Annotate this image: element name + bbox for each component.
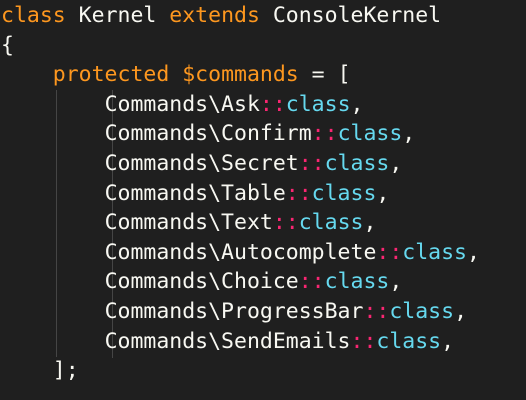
open-bracket: [	[337, 62, 351, 88]
comma: ,	[389, 269, 403, 295]
comma: ,	[363, 210, 377, 236]
code-line-3[interactable]: protected $commands = [	[0, 60, 526, 90]
code-line-closing[interactable]: ];	[0, 356, 526, 386]
closing-bracket: ];	[52, 358, 79, 384]
keyword-class: class	[389, 298, 455, 324]
code-editor[interactable]: class Kernel extends ConsoleKernel { pro…	[0, 0, 526, 400]
scope-resolution-operator: ::	[311, 121, 338, 147]
scope-resolution-operator: ::	[298, 150, 325, 176]
scope-resolution-operator: ::	[363, 298, 390, 324]
code-line-command[interactable]: Commands\ProgressBar::class,	[0, 297, 526, 327]
code-line-command[interactable]: Commands\Secret::class,	[0, 149, 526, 179]
comma: ,	[389, 150, 403, 176]
keyword-class: class	[402, 239, 468, 265]
command-class-path: Commands\ProgressBar	[104, 298, 364, 324]
comma: ,	[441, 328, 455, 354]
scope-resolution-operator: ::	[285, 180, 312, 206]
scope-resolution-operator: ::	[272, 210, 299, 236]
comma: ,	[350, 91, 364, 117]
assign-operator: =	[298, 62, 338, 88]
commands-list: Commands\Ask::class, Commands\Confirm::c…	[0, 90, 526, 356]
keyword-extends: extends	[169, 3, 260, 28]
scope-resolution-operator: ::	[259, 91, 286, 117]
class-name: Kernel	[65, 3, 170, 28]
scope-resolution-operator: ::	[298, 269, 325, 295]
code-line-command[interactable]: Commands\Autocomplete::class,	[0, 238, 526, 268]
keyword-class: class	[298, 210, 364, 236]
comma: ,	[376, 180, 390, 206]
code-line-command[interactable]: Commands\Confirm::class,	[0, 119, 526, 149]
code-line-2[interactable]: {	[0, 31, 526, 61]
keyword-class: class	[337, 121, 403, 147]
keyword-class: class	[376, 328, 442, 354]
parent-class-name: ConsoleKernel	[259, 3, 442, 28]
code-line-command[interactable]: Commands\SendEmails::class,	[0, 327, 526, 357]
comma: ,	[454, 298, 468, 324]
keyword-class: class	[311, 180, 377, 206]
comma: ,	[402, 121, 416, 147]
keyword-protected: protected	[52, 62, 170, 88]
command-class-path: Commands\Choice	[104, 269, 299, 295]
keyword-class: class	[1, 3, 66, 28]
command-class-path: Commands\Secret	[104, 150, 299, 176]
comma: ,	[467, 239, 480, 265]
command-class-path: Commands\Autocomplete	[104, 239, 377, 265]
keyword-class: class	[324, 269, 390, 295]
code-line-command[interactable]: Commands\Table::class,	[0, 179, 526, 209]
keyword-class: class	[285, 91, 351, 117]
command-class-path: Commands\Table	[104, 180, 286, 206]
code-line-command[interactable]: Commands\Text::class,	[0, 208, 526, 238]
scope-resolution-operator: ::	[350, 328, 377, 354]
scope-resolution-operator: ::	[376, 239, 403, 265]
code-line-command[interactable]: Commands\Choice::class,	[0, 267, 526, 297]
code-line-1[interactable]: class Kernel extends ConsoleKernel	[0, 1, 526, 31]
open-brace: {	[1, 32, 14, 58]
command-class-path: Commands\SendEmails	[104, 328, 351, 354]
command-class-path: Commands\Text	[104, 210, 273, 236]
variable-commands: $commands	[182, 62, 299, 88]
command-class-path: Commands\Ask	[104, 91, 260, 117]
code-line-command[interactable]: Commands\Ask::class,	[0, 90, 526, 120]
command-class-path: Commands\Confirm	[104, 121, 312, 147]
keyword-class: class	[324, 150, 390, 176]
